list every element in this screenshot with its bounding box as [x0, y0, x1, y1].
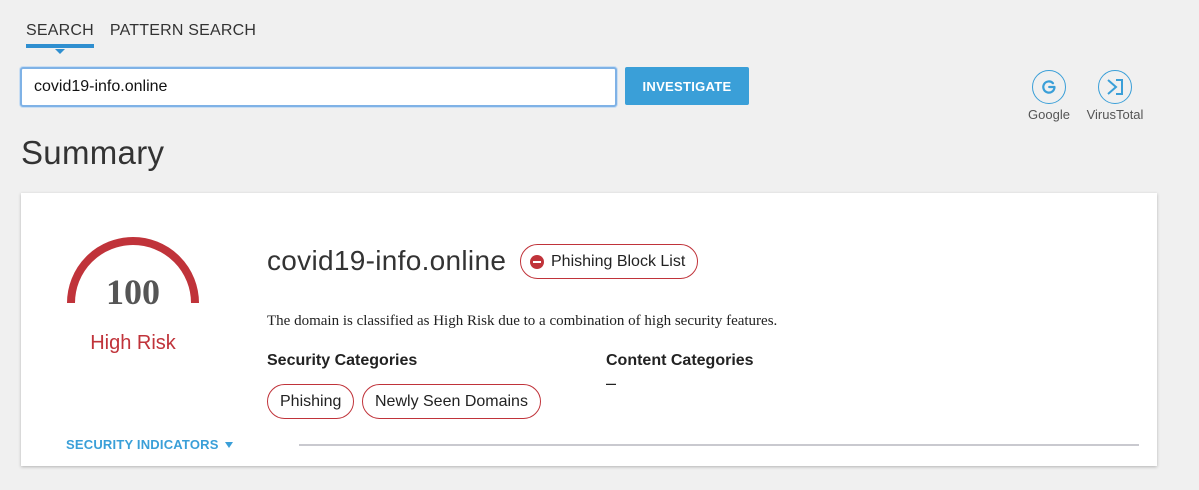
block-list-badge: Phishing Block List	[520, 244, 699, 279]
virustotal-icon	[1098, 70, 1132, 104]
tab-search[interactable]: SEARCH	[26, 20, 94, 54]
content-categories-heading: Content Categories	[606, 352, 754, 369]
virustotal-label: VirusTotal	[1086, 107, 1144, 122]
category-pill-phishing: Phishing	[267, 384, 355, 419]
search-tabs: SEARCH PATTERN SEARCH	[26, 20, 272, 54]
security-indicators-toggle[interactable]: SECURITY INDICATORS	[66, 437, 233, 452]
summary-card: 100 High Risk covid19-info.online Phishi…	[21, 193, 1157, 466]
block-list-label: Phishing Block List	[551, 252, 686, 270]
risk-score: 100	[106, 272, 160, 312]
google-link[interactable]: Google	[1026, 70, 1072, 122]
search-input[interactable]	[20, 67, 617, 107]
tab-pattern-search[interactable]: PATTERN SEARCH	[110, 20, 256, 46]
content-categories-value: –	[606, 373, 617, 393]
divider	[299, 444, 1139, 446]
virustotal-link[interactable]: VirusTotal	[1083, 70, 1147, 122]
domain-name: covid19-info.online	[267, 245, 507, 276]
investigate-button[interactable]: INVESTIGATE	[625, 67, 749, 105]
google-icon	[1032, 70, 1066, 104]
security-indicators-label: SECURITY INDICATORS	[66, 437, 219, 452]
page-title: Summary	[21, 134, 165, 171]
caret-down-icon	[224, 441, 233, 448]
category-pill-newly-seen-domains: Newly Seen Domains	[362, 384, 541, 419]
minus-circle-icon	[530, 254, 544, 269]
risk-description: The domain is classified as High Risk du…	[267, 313, 778, 329]
security-categories-heading: Security Categories	[267, 352, 418, 369]
google-label: Google	[1028, 107, 1070, 122]
risk-label: High Risk	[90, 332, 176, 354]
